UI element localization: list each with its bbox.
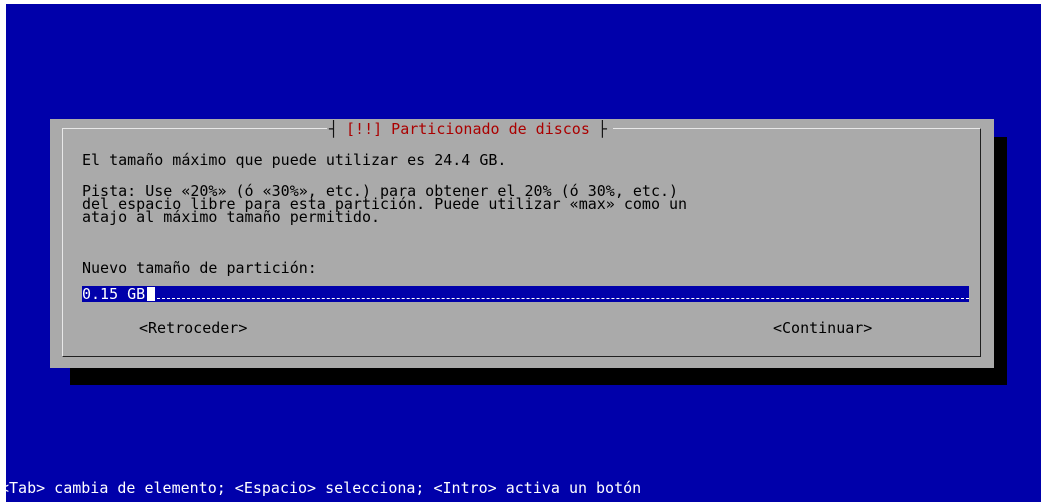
keyboard-help-status: <Tab> cambia de elemento; <Espacio> sele… <box>0 479 642 497</box>
text-cursor <box>147 287 156 301</box>
dialog-title: [!!] Particionado de discos <box>346 120 590 138</box>
continue-button[interactable]: <Continuar> <box>773 320 872 336</box>
title-right-tee-icon: ├ <box>597 120 607 138</box>
hint-text: Pista: Use «20%» (ó «30%», etc.) para ob… <box>82 182 688 226</box>
partition-size-label: Nuevo tamaño de partición: <box>82 259 317 277</box>
partition-size-value[interactable]: 0.15 GB <box>82 286 145 302</box>
dialog-title-bar: ┤ [!!] Particionado de discos ├ <box>327 120 613 138</box>
back-button[interactable]: <Retroceder> <box>139 320 247 336</box>
max-size-text: El tamaño máximo que puede utilizar es 2… <box>82 151 507 169</box>
partition-size-input[interactable]: 0.15 GB <box>82 286 969 302</box>
title-left-tee-icon: ┤ <box>329 120 339 138</box>
input-fill-line <box>157 297 969 299</box>
partition-size-dialog: ┤ [!!] Particionado de discos ├ El tamañ… <box>50 119 994 368</box>
